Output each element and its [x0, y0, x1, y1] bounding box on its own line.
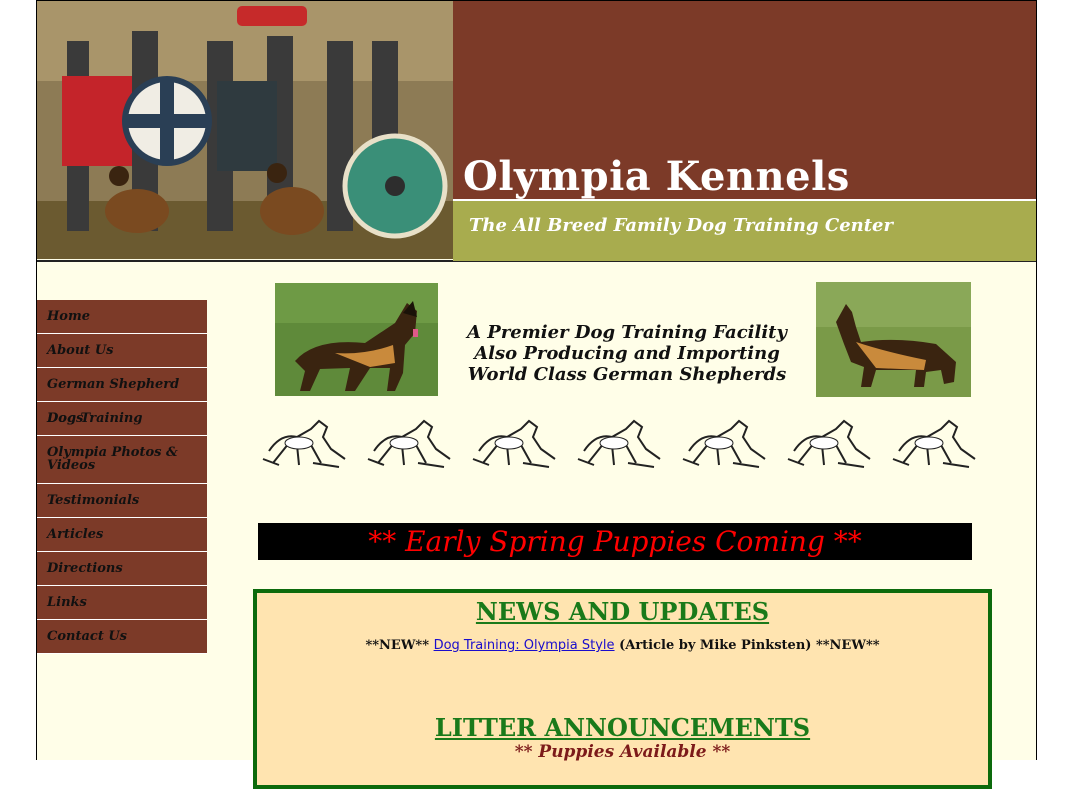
- nav-item-german-shepherd-dogs[interactable]: German Shepherd Dogs: [37, 368, 207, 426]
- site-title: Olympia Kennels: [463, 153, 850, 200]
- nav-item-links[interactable]: Links: [37, 586, 207, 620]
- intro-line-2: Also Producing and Importing: [474, 343, 780, 364]
- news-title: NEWS AND UPDATES: [475, 597, 770, 626]
- litter-announcements-title: LITTER ANNOUNCEMENTS: [434, 713, 811, 742]
- running-dog-icon: [787, 419, 871, 468]
- running-dog-divider: [259, 415, 989, 471]
- puppies-available-text: Puppies Available: [538, 742, 707, 762]
- shepherd-photo-right: [816, 282, 971, 397]
- puppies-available: ** Puppies Available **: [257, 742, 988, 762]
- intro-line-1: A Premier Dog Training Facility: [467, 322, 787, 343]
- nav-item-testimonials[interactable]: Testimonials: [37, 484, 207, 518]
- nav-item-directions[interactable]: Directions: [37, 552, 207, 586]
- site-tagline: The All Breed Family Dog Training Center: [469, 215, 893, 236]
- shepherd-photo-left: [275, 283, 438, 396]
- group-photo: [37, 1, 453, 259]
- nav-item-contact-us[interactable]: Contact Us: [37, 620, 207, 654]
- news-new-prefix: **NEW**: [365, 638, 430, 653]
- running-dog-icon: [892, 419, 976, 468]
- puppies-suffix: **: [706, 742, 731, 762]
- news-item: **NEW** Dog Training: Olympia Style (Art…: [257, 638, 988, 653]
- intro-text: A Premier Dog Training Facility Also Pro…: [452, 322, 802, 385]
- running-dog-icon: [472, 419, 556, 468]
- running-dog-icon: [367, 419, 451, 468]
- puppies-coming-banner: ** Early Spring Puppies Coming **: [258, 523, 972, 560]
- news-and-updates-box: NEWS AND UPDATES **NEW** Dog Training: O…: [253, 589, 992, 789]
- nav-item-about-us[interactable]: About Us: [37, 334, 207, 368]
- nav-item-articles[interactable]: Articles: [37, 518, 207, 552]
- group-photo-illustration: [37, 1, 453, 259]
- page-container: Olympia Kennels The All Breed Family Dog…: [36, 0, 1037, 789]
- intro-line-3: World Class German Shepherds: [467, 364, 787, 385]
- nav-item-home[interactable]: Home: [37, 300, 207, 334]
- article-link[interactable]: Dog Training: Olympia Style: [434, 638, 615, 653]
- nav-item-olympia-photos-videos[interactable]: Olympia Photos & Videos: [37, 436, 207, 484]
- running-dog-icon: [682, 419, 766, 468]
- news-new-suffix: (Article by Mike Pinksten) **NEW**: [619, 638, 880, 653]
- running-dog-icon: [262, 419, 346, 468]
- running-dog-icon: [577, 419, 661, 468]
- nav-item-dog-training[interactable]: Dog Training: [37, 402, 207, 436]
- puppies-prefix: **: [514, 742, 539, 762]
- site-header: Olympia Kennels The All Breed Family Dog…: [37, 1, 1036, 262]
- sidebar-nav: Home About Us German Shepherd Dogs Dog T…: [37, 300, 207, 654]
